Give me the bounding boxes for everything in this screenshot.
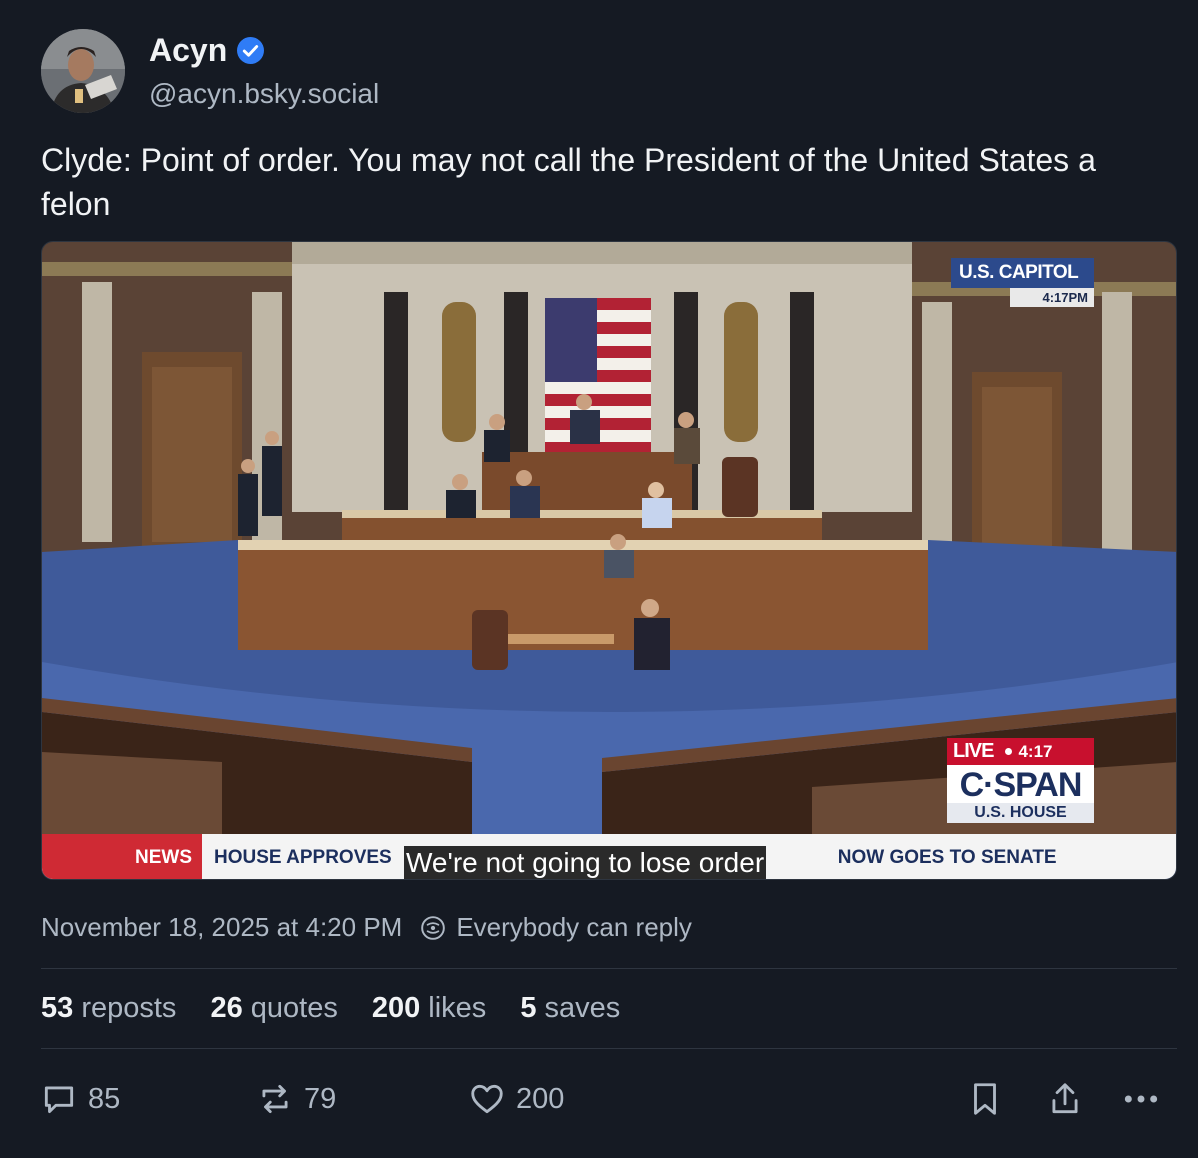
likes-stat[interactable]: 200 likes — [372, 992, 486, 1025]
likes-count: 200 — [371, 992, 421, 1024]
ticker-headline-right: NOW GOES TO SENATE — [837, 846, 1057, 868]
location-label: U.S. CAPITOL — [951, 258, 1094, 288]
reposts-label: reposts — [81, 992, 177, 1024]
quotes-count: 26 — [210, 992, 243, 1024]
post-text: Clyde: Point of order. You may not call … — [41, 142, 1096, 222]
network-sub: U.S. HOUSE — [947, 803, 1094, 823]
reposts-count: 53 — [41, 992, 74, 1024]
reply-button[interactable]: 85 — [40, 1076, 120, 1122]
verified-badge-icon — [237, 37, 265, 64]
more-options-icon — [1124, 1095, 1158, 1103]
location-time: 4:17PM — [1010, 288, 1094, 307]
bookmark-icon — [974, 1083, 996, 1115]
video-player[interactable]: U.S. CAPITOL 4:17PM LIVE 4:17 C·SPAN U.S… — [41, 241, 1177, 880]
post-stats: 53 reposts 26 quotes 200 likes 5 saves — [41, 992, 654, 1025]
live-indicator: LIVE 4:17 — [947, 738, 1094, 765]
author-handle[interactable]: @acyn.bsky.social — [149, 78, 379, 110]
channel-bug-top: U.S. CAPITOL 4:17PM — [951, 258, 1094, 307]
live-label: LIVE — [953, 740, 994, 762]
ticker-headline-left: HOUSE APPROVES — [214, 846, 392, 868]
like-button[interactable]: 200 — [468, 1076, 564, 1122]
author-name[interactable]: Acyn — [149, 32, 265, 69]
live-dot-icon — [1005, 748, 1013, 755]
like-count: 200 — [516, 1082, 565, 1115]
share-button[interactable] — [1046, 1076, 1094, 1122]
post-meta: November 18, 2025 at 4:20 PM Everybody c… — [41, 912, 692, 943]
quotes-stat[interactable]: 26 quotes — [210, 992, 337, 1025]
post-date: November 18, 2025 at 4:20 PM — [41, 912, 403, 942]
repost-count: 79 — [304, 1082, 337, 1115]
reply-settings-icon — [421, 915, 446, 940]
saves-label: saves — [544, 992, 621, 1024]
more-options-button[interactable] — [1122, 1076, 1170, 1122]
divider-top — [41, 968, 1177, 969]
heart-icon — [471, 1084, 503, 1114]
live-time: 4:17 — [1018, 741, 1053, 761]
reposts-stat[interactable]: 53 reposts — [41, 992, 176, 1025]
ticker-tag: NEWS — [42, 834, 202, 879]
saves-stat[interactable]: 5 saves — [520, 992, 620, 1025]
likes-label: likes — [428, 992, 487, 1024]
reply-setting-text[interactable]: Everybody can reply — [456, 912, 692, 943]
reply-count: 85 — [88, 1082, 121, 1115]
network-logo: C·SPAN U.S. HOUSE — [947, 765, 1094, 823]
avatar[interactable] — [41, 29, 125, 113]
saves-count: 5 — [520, 992, 537, 1024]
repost-button[interactable]: 79 — [256, 1076, 336, 1122]
reply-icon — [44, 1086, 74, 1114]
post-actions: 85 79 200 — [0, 1076, 1198, 1122]
repost-icon — [262, 1084, 288, 1114]
bookmark-button[interactable] — [966, 1076, 1014, 1122]
author-name-text[interactable]: Acyn — [149, 32, 227, 69]
divider-bottom — [41, 1048, 1177, 1049]
video-caption: We're not going to lose order — [404, 846, 767, 879]
channel-bug-bottom: LIVE 4:17 C·SPAN U.S. HOUSE — [947, 738, 1094, 823]
network-name: C·SPAN — [959, 766, 1083, 804]
quotes-label: quotes — [250, 992, 338, 1024]
post: Acyn @acyn.bsky.social Clyde: Point of o… — [0, 0, 1198, 1158]
share-icon — [1052, 1083, 1078, 1114]
